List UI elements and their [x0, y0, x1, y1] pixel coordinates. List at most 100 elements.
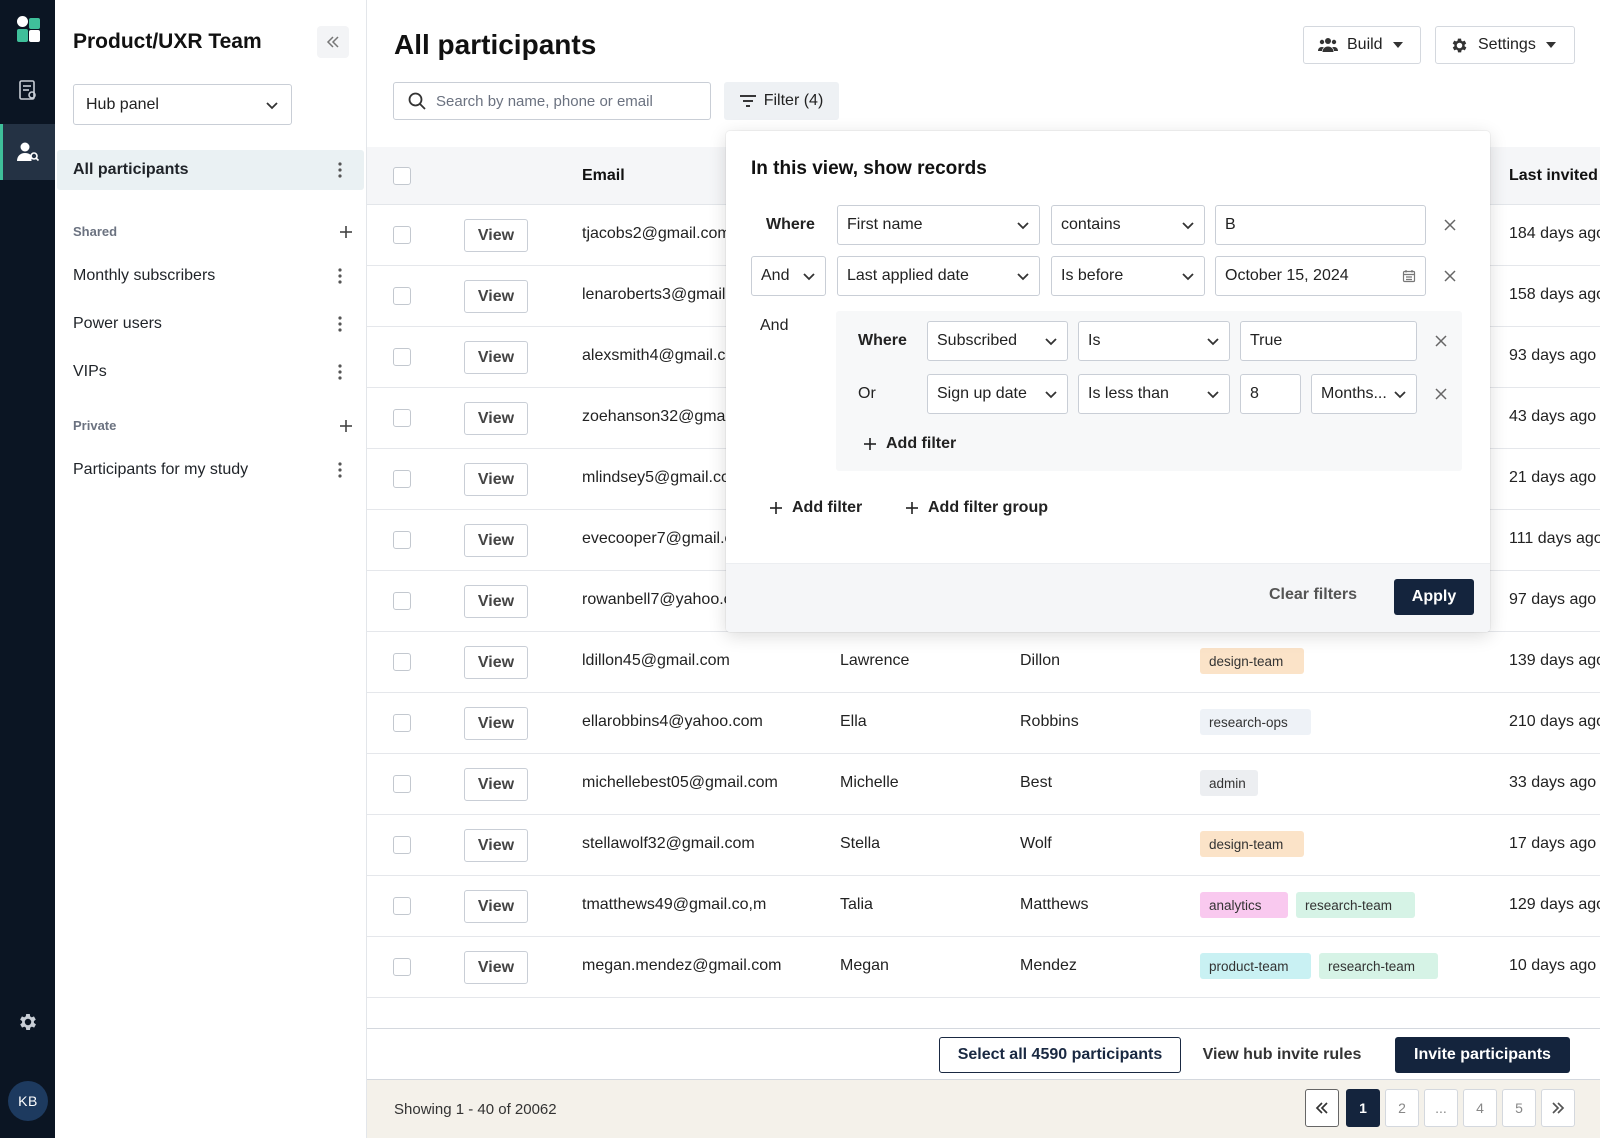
more-options-icon[interactable]: [330, 362, 350, 382]
page-button[interactable]: 5: [1502, 1089, 1536, 1127]
row-checkbox[interactable]: [393, 897, 411, 915]
settings-gear-icon[interactable]: [0, 994, 55, 1050]
view-participant-button[interactable]: View: [464, 585, 528, 618]
first-name-cell: Stella: [840, 835, 881, 852]
row-checkbox[interactable]: [393, 287, 411, 305]
select-all-checkbox[interactable]: [393, 167, 411, 185]
invite-participants-button[interactable]: Invite participants: [1395, 1037, 1570, 1073]
group-filter1-value-input[interactable]: True: [1240, 321, 1417, 361]
add-shared-view-icon[interactable]: [339, 225, 353, 239]
last-invited-cell: 10 days ago: [1509, 957, 1597, 974]
first-page-button[interactable]: [1305, 1089, 1339, 1127]
select-all-participants-button[interactable]: Select all 4590 participants: [939, 1037, 1181, 1073]
add-filter-group-button[interactable]: Add filter group: [906, 499, 1048, 517]
view-participant-button[interactable]: View: [464, 707, 528, 740]
group-filter2-unit-select[interactable]: Months...: [1311, 374, 1417, 414]
view-participant-button[interactable]: View: [464, 463, 528, 496]
add-private-view-icon[interactable]: [339, 419, 353, 433]
tag-badge[interactable]: research-ops: [1200, 709, 1311, 735]
filter1-value-input[interactable]: B: [1215, 205, 1426, 245]
more-options-icon[interactable]: [330, 460, 350, 480]
clear-filters-button[interactable]: Clear filters: [1269, 586, 1357, 604]
tag-badge[interactable]: research-team: [1319, 953, 1438, 979]
view-participant-button[interactable]: View: [464, 951, 528, 984]
user-avatar[interactable]: KB: [8, 1081, 48, 1121]
tag-badge[interactable]: analytics: [1200, 892, 1288, 918]
more-options-icon[interactable]: [330, 314, 350, 334]
remove-filter1-close-icon[interactable]: [1441, 216, 1459, 234]
page-button[interactable]: 2: [1385, 1089, 1419, 1127]
calendar-icon[interactable]: [1402, 269, 1416, 283]
view-participant-button[interactable]: View: [464, 646, 528, 679]
group-filter2-number-input[interactable]: 8: [1240, 374, 1301, 414]
row-checkbox[interactable]: [393, 592, 411, 610]
row-checkbox[interactable]: [393, 531, 411, 549]
filter2-join-select[interactable]: And: [751, 256, 826, 296]
more-options-icon[interactable]: [330, 160, 350, 180]
collapse-panel-button[interactable]: [317, 26, 349, 58]
row-checkbox[interactable]: [393, 836, 411, 854]
tag-badge[interactable]: admin: [1200, 770, 1258, 796]
remove-filter2-close-icon[interactable]: [1441, 267, 1459, 285]
column-last-invited[interactable]: Last invited: [1509, 167, 1598, 185]
filter-button[interactable]: Filter (4): [724, 82, 839, 120]
more-options-icon[interactable]: [330, 266, 350, 286]
tag-badge[interactable]: design-team: [1200, 831, 1304, 857]
tag-badge[interactable]: product-team: [1200, 953, 1311, 979]
remove-group-filter2-close-icon[interactable]: [1432, 385, 1450, 403]
page-button[interactable]: 4: [1463, 1089, 1497, 1127]
tag-badge[interactable]: research-team: [1296, 892, 1415, 918]
table-row: View ellarobbins4@yahoo.com Ella Robbins res…: [367, 693, 1600, 754]
row-checkbox[interactable]: [393, 958, 411, 976]
filter2-date-input[interactable]: October 15, 2024: [1215, 256, 1426, 296]
tag-badge[interactable]: design-team: [1200, 648, 1304, 674]
page-button[interactable]: 1: [1346, 1089, 1380, 1127]
filter1-operator-select[interactable]: contains: [1051, 205, 1205, 245]
view-participant-button[interactable]: View: [464, 280, 528, 313]
group-filter1-operator-value: Is: [1088, 332, 1101, 349]
row-checkbox[interactable]: [393, 775, 411, 793]
view-participant-button[interactable]: View: [464, 890, 528, 923]
view-participant-button[interactable]: View: [464, 768, 528, 801]
group-filter2-operator-select[interactable]: Is less than: [1078, 374, 1230, 414]
nav-item-vips[interactable]: VIPs: [57, 352, 364, 392]
nav-item-participants-for-my-study[interactable]: Participants for my study: [57, 450, 364, 490]
group-filter2-field-select[interactable]: Sign up date: [927, 374, 1068, 414]
filter2-field-select[interactable]: Last applied date: [837, 256, 1040, 296]
settings-button[interactable]: Settings: [1435, 26, 1575, 64]
row-checkbox[interactable]: [393, 714, 411, 732]
filter1-field-select[interactable]: First name: [837, 205, 1040, 245]
group-add-filter-button[interactable]: Add filter: [864, 435, 956, 453]
group-filter1-operator-select[interactable]: Is: [1078, 321, 1230, 361]
add-filter-button[interactable]: Add filter: [770, 499, 862, 517]
nav-item-monthly-subscribers[interactable]: Monthly subscribers: [57, 256, 364, 296]
remove-group-filter1-close-icon[interactable]: [1432, 332, 1450, 350]
view-participant-button[interactable]: View: [464, 524, 528, 557]
filter2-operator-select[interactable]: Is before: [1051, 256, 1205, 296]
nav-item-power-users[interactable]: Power users: [57, 304, 364, 344]
row-checkbox[interactable]: [393, 470, 411, 488]
view-participant-button[interactable]: View: [464, 402, 528, 435]
search-input[interactable]: Search by name, phone or email: [393, 82, 711, 120]
view-participant-button[interactable]: View: [464, 219, 528, 252]
view-participant-button[interactable]: View: [464, 829, 528, 862]
column-email[interactable]: Email: [582, 167, 625, 185]
row-checkbox[interactable]: [393, 226, 411, 244]
build-button[interactable]: Build: [1303, 26, 1421, 64]
table-row: View michellebest05@gmail.com Michelle Best…: [367, 754, 1600, 815]
hub-select-dropdown[interactable]: Hub panel: [73, 84, 292, 125]
double-chevron-right-icon: [1552, 1102, 1565, 1114]
app-logo-icon[interactable]: [15, 14, 43, 44]
last-page-button[interactable]: [1541, 1089, 1575, 1127]
apply-button[interactable]: Apply: [1394, 579, 1474, 615]
nav-item-all-participants[interactable]: All participants: [57, 150, 364, 190]
participants-nav-icon[interactable]: [0, 124, 55, 180]
row-checkbox[interactable]: [393, 653, 411, 671]
view-participant-button[interactable]: View: [464, 341, 528, 374]
row-checkbox[interactable]: [393, 409, 411, 427]
studies-nav-icon[interactable]: [0, 62, 55, 118]
row-checkbox[interactable]: [393, 348, 411, 366]
view-hub-invite-rules-button[interactable]: View hub invite rules: [1197, 1037, 1367, 1073]
group-filter1-field-select[interactable]: Subscribed: [927, 321, 1068, 361]
email-cell: tmatthews49@gmail.co,m: [582, 896, 767, 913]
